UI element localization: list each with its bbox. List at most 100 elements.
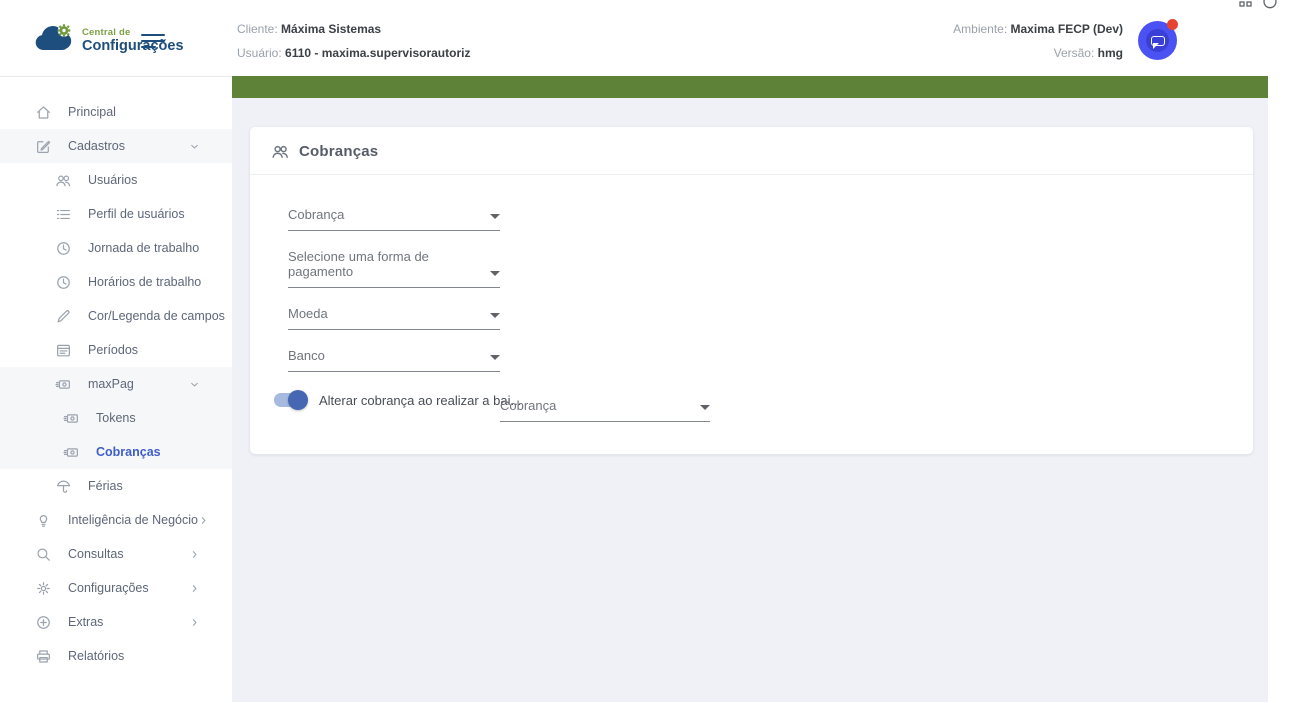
sidebar-item-tokens[interactable]: Tokens	[0, 401, 232, 435]
client-value: Máxima Sistemas	[281, 22, 382, 36]
sidebar-item-cadastros[interactable]: Cadastros	[0, 129, 232, 163]
sidebar-item-label: Inteligência de Negócio	[68, 513, 198, 527]
edit-icon	[35, 138, 52, 155]
sidebar-item-label: Consultas	[68, 547, 124, 561]
clock-icon	[55, 274, 72, 291]
sidebar-item-perfil-de-usuarios[interactable]: Perfil de usuários	[0, 197, 232, 231]
search-icon	[35, 546, 52, 563]
chevron-down-icon	[189, 379, 200, 390]
env-value: Maxima FECP (Dev)	[1010, 22, 1123, 36]
top-header: Central de Configurações Cliente: Máxima…	[0, 0, 1303, 76]
sidebar-item-periodos[interactable]: Períodos	[0, 333, 232, 367]
menu-toggle-button[interactable]	[141, 34, 165, 50]
select-label: Moeda	[288, 306, 328, 321]
sidebar-menu: Principal Cadastros Usuários Perfil de u…	[0, 77, 232, 673]
home-icon	[35, 104, 52, 121]
select-label: Banco	[288, 348, 325, 363]
sidebar-item-label: Cadastros	[68, 139, 125, 153]
version-row: Versão: hmg	[953, 41, 1123, 65]
sidebar-item-cor-legenda-de-campos[interactable]: Cor/Legenda de campos	[0, 299, 232, 333]
sidebar-item-usuarios[interactable]: Usuários	[0, 163, 232, 197]
sidebar-item-consultas[interactable]: Consultas	[0, 537, 232, 571]
sidebar-item-maxpag[interactable]: maxPag	[0, 367, 232, 401]
sidebar-item-label: Usuários	[88, 173, 138, 187]
logo-subtitle: Central de	[82, 26, 131, 38]
sidebar-item-relatorios[interactable]: Relatórios	[0, 639, 232, 673]
env-row: Ambiente: Maxima FECP (Dev)	[953, 17, 1123, 41]
plus-icon	[35, 614, 52, 631]
chevron-right-icon	[189, 583, 200, 594]
card-header: Cobranças	[250, 127, 1253, 175]
card-body: Cobrança Selecione uma forma de pagament…	[250, 175, 1253, 454]
sidebar-item-label: Cobranças	[96, 445, 161, 459]
logo-text: Central de Configurações	[82, 26, 184, 54]
dropdown-arrow-icon	[490, 355, 500, 360]
payment-icon	[55, 376, 72, 393]
sidebar-item-label: maxPag	[88, 377, 134, 391]
sidebar-item-label: Cor/Legenda de campos	[88, 309, 225, 323]
apps-grid-icon[interactable]	[1238, 0, 1254, 9]
dropdown-arrow-icon	[700, 405, 710, 410]
sidebar-item-horarios-de-trabalho[interactable]: Horários de trabalho	[0, 265, 232, 299]
green-accent-bar	[232, 76, 1268, 98]
chat-button[interactable]	[1138, 19, 1178, 60]
sidebar-item-label: Perfil de usuários	[88, 207, 185, 221]
fields-stack: Cobrança Selecione uma forma de pagament…	[288, 207, 1229, 372]
version-value: hmg	[1097, 46, 1123, 60]
clock-icon	[55, 240, 72, 257]
select-cobranca-baixa[interactable]: Cobrança	[500, 398, 710, 422]
page-title: Cobranças	[299, 143, 379, 160]
session-client-info: Cliente: Máxima Sistemas Usuário: 6110 -…	[237, 17, 470, 65]
sidebar-item-cobrancas[interactable]: Cobranças	[0, 435, 232, 469]
sidebar-item-label: Configurações	[68, 581, 149, 595]
pencil-icon	[55, 308, 72, 325]
dropdown-arrow-icon	[490, 214, 500, 219]
calendar-icon	[55, 342, 72, 359]
chat-bubble-icon	[1151, 36, 1165, 49]
sidebar-item-label: Jornada de trabalho	[88, 241, 200, 255]
toggle-group: Alterar cobrança ao realizar a bai...	[272, 390, 521, 410]
umbrella-icon	[55, 478, 72, 495]
session-env-info: Ambiente: Maxima FECP (Dev) Versão: hmg	[953, 17, 1123, 65]
version-label: Versão:	[1053, 46, 1095, 60]
sidebar-item-ferias[interactable]: Férias	[0, 469, 232, 503]
payment-icon	[63, 410, 80, 427]
select-forma-pagamento[interactable]: Selecione uma forma de pagamento	[288, 249, 500, 288]
user-row: Usuário: 6110 - maxima.supervisorautoriz	[237, 41, 470, 65]
select-banco[interactable]: Banco	[288, 348, 500, 372]
dropdown-arrow-icon	[490, 271, 500, 276]
sidebar-item-extras[interactable]: Extras	[0, 605, 232, 639]
payment-icon	[63, 444, 80, 461]
sidebar-item-inteligencia-de-negocio[interactable]: Inteligência de Negócio	[0, 503, 232, 537]
list-icon	[55, 206, 72, 223]
select-moeda[interactable]: Moeda	[288, 306, 500, 330]
chevron-down-icon	[189, 141, 200, 152]
cobrancas-card: Cobranças Cobrança Selecione uma forma d…	[250, 127, 1253, 454]
printer-icon	[35, 648, 52, 665]
users-group-icon	[271, 142, 290, 161]
select-label: Selecione uma forma de pagamento	[288, 249, 429, 279]
sidebar-item-label: Extras	[68, 615, 104, 629]
notification-dot	[1167, 19, 1178, 30]
chevron-right-icon	[198, 515, 209, 526]
users-icon	[55, 172, 72, 189]
chevron-right-icon	[189, 549, 200, 560]
sidebar-item-principal[interactable]: Principal	[0, 95, 232, 129]
sidebar-item-configuracoes[interactable]: Configurações	[0, 571, 232, 605]
alterar-cobranca-toggle[interactable]	[272, 390, 308, 410]
client-row: Cliente: Máxima Sistemas	[237, 17, 470, 41]
sidebar-item-label: Relatórios	[68, 649, 125, 663]
content-area: Cobranças Cobrança Selecione uma forma d…	[232, 98, 1268, 702]
env-label: Ambiente:	[953, 22, 1008, 36]
toggle-row: Alterar cobrança ao realizar a bai... Co…	[274, 390, 1229, 438]
dropdown-arrow-icon	[490, 313, 500, 318]
sidebar-item-label: Férias	[88, 479, 123, 493]
power-icon[interactable]	[1262, 0, 1278, 9]
chevron-right-icon	[189, 617, 200, 628]
sidebar-item-jornada-de-trabalho[interactable]: Jornada de trabalho	[0, 231, 232, 265]
sidebar-item-label: Tokens	[96, 411, 136, 425]
user-label: Usuário:	[237, 46, 282, 60]
select-cobranca[interactable]: Cobrança	[288, 207, 500, 231]
select-label: Cobrança	[288, 207, 345, 222]
client-label: Cliente:	[237, 22, 278, 36]
